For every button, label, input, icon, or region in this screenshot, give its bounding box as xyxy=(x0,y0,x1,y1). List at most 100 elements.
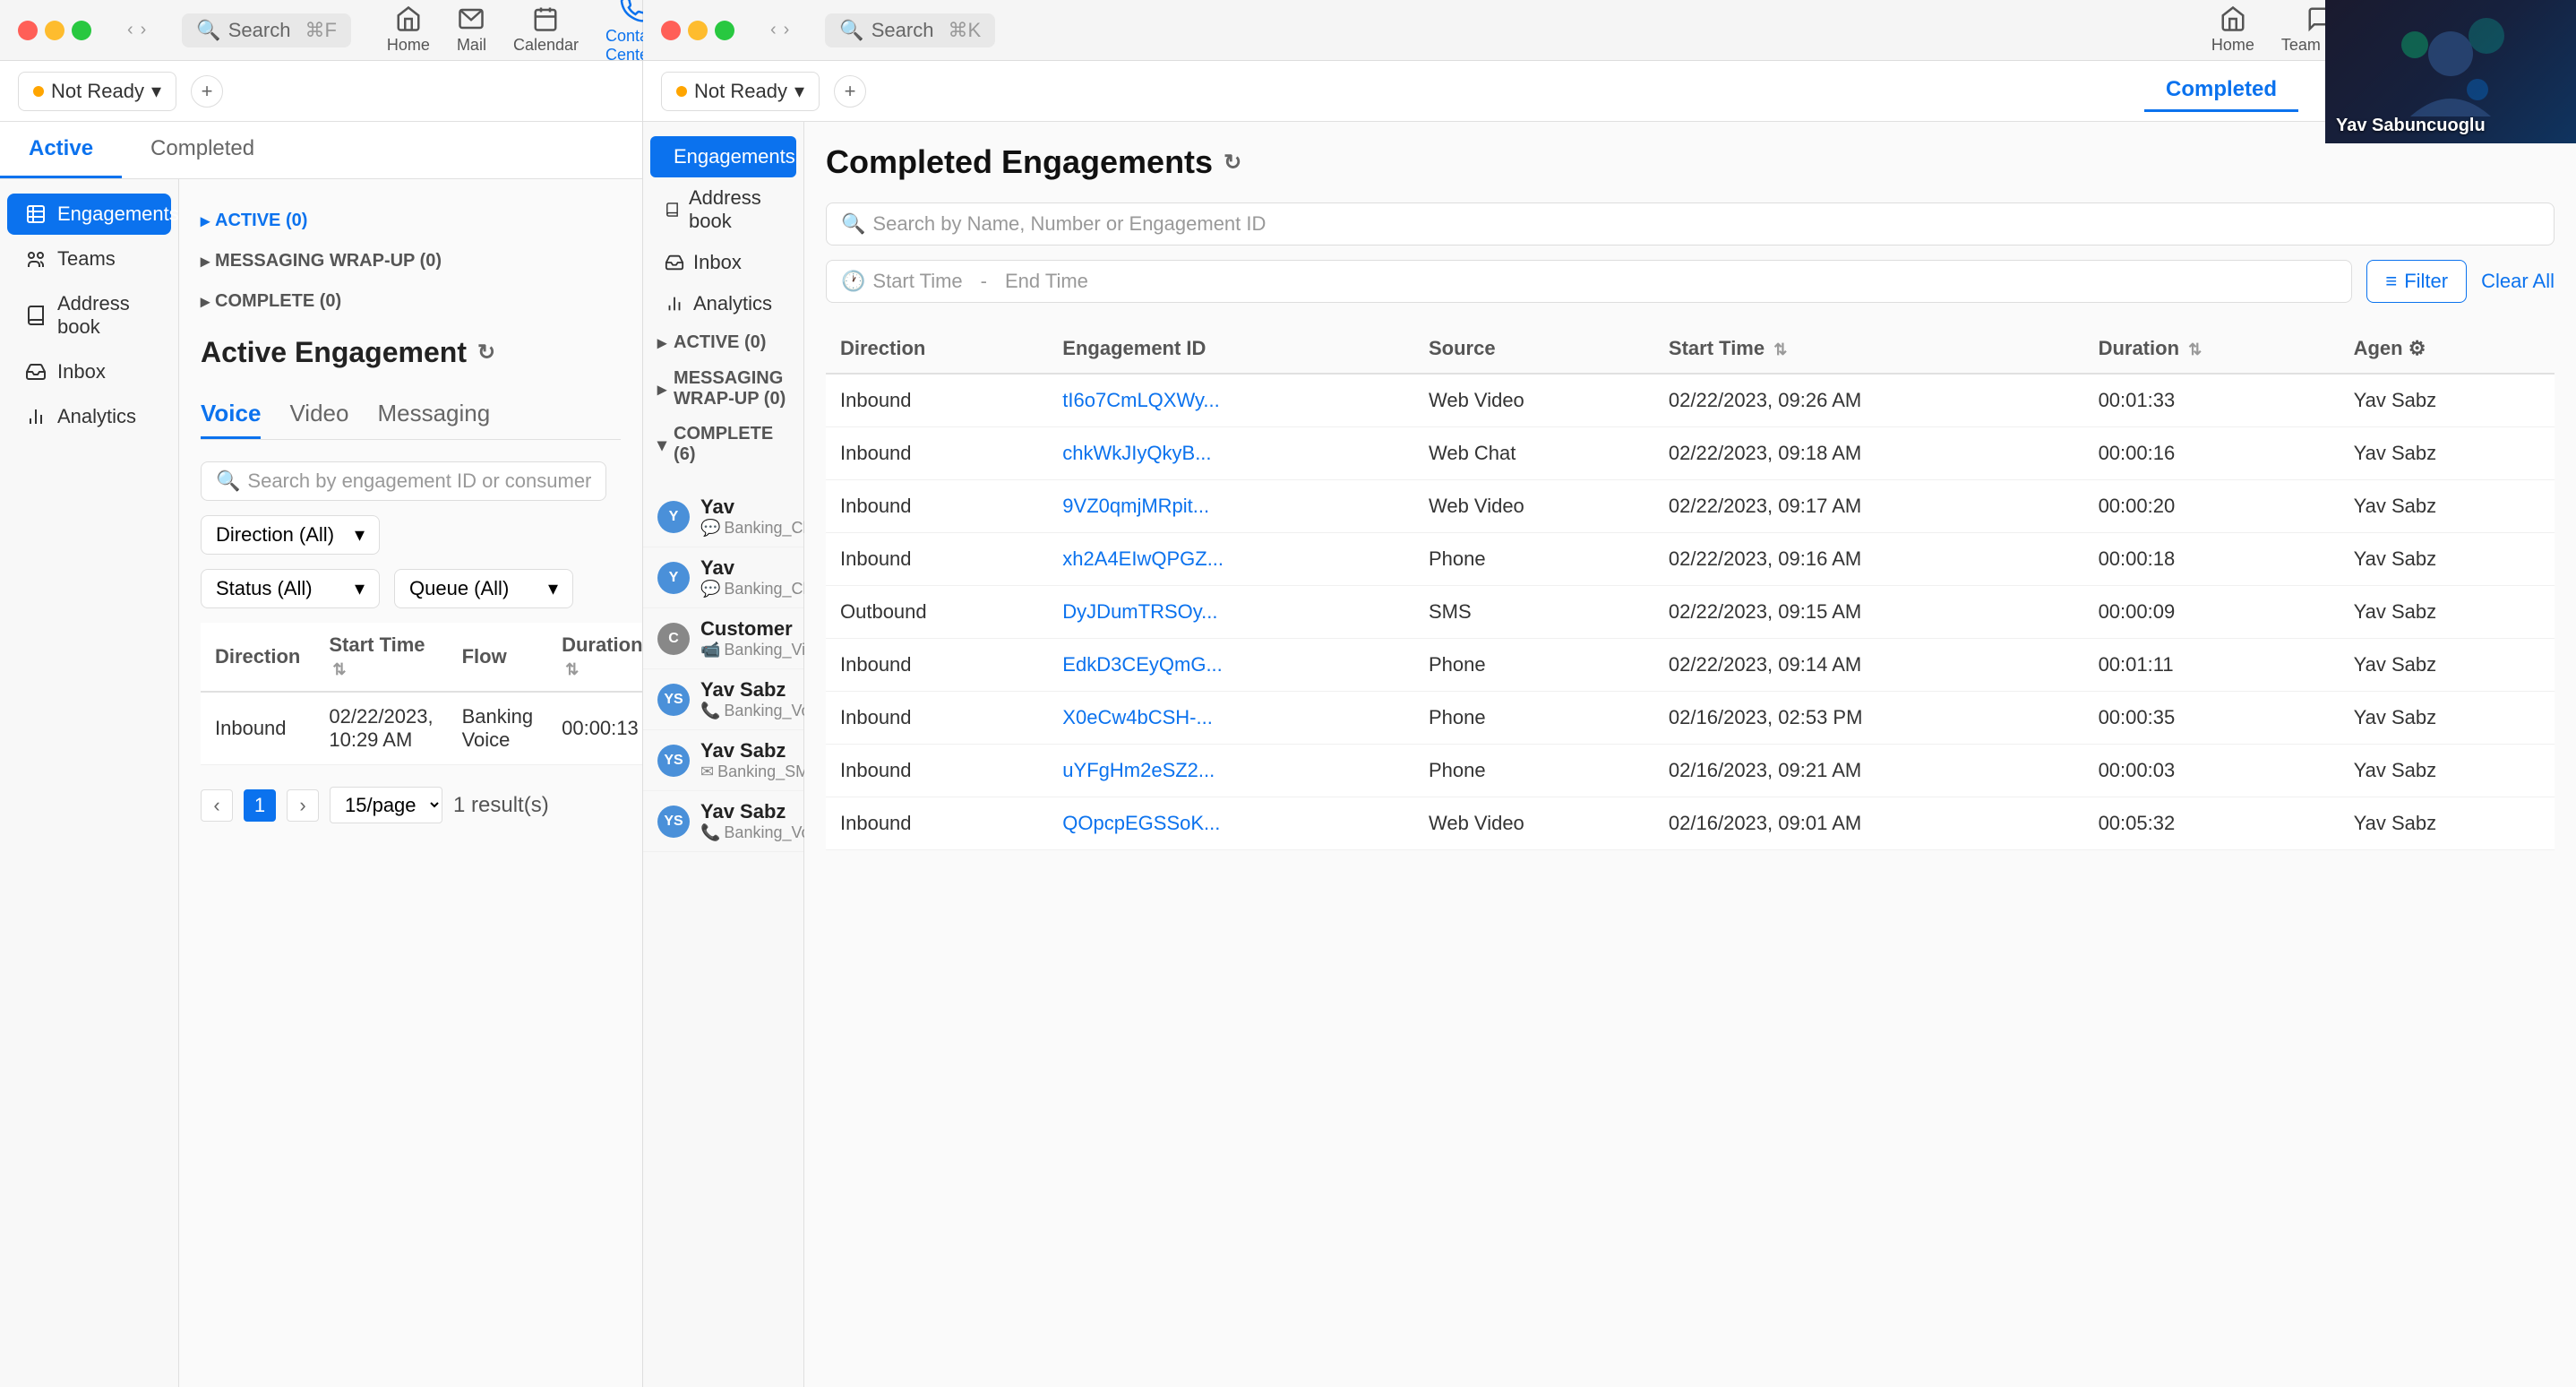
completed-table-row[interactable]: Inbound uYFgHm2eSZ2... Phone 02/16/2023,… xyxy=(826,745,2555,797)
complete-section-header[interactable]: ▸ COMPLETE (0) xyxy=(201,281,621,322)
completed-cell-engagement-id-4[interactable]: DyJDumTRSOy... xyxy=(1048,586,1414,639)
table-row[interactable]: Inbound 02/22/2023, 10:29 AM Banking Voi… xyxy=(201,692,642,765)
active-section-header[interactable]: ▸ ACTIVE (0) xyxy=(201,201,621,241)
messaging-wrapup-section-header[interactable]: ▸ MESSAGING WRAP-UP (0) xyxy=(201,241,621,281)
time-range-filter[interactable]: 🕐 Start Time - End Time xyxy=(826,260,2352,303)
prev-page-button[interactable]: ‹ xyxy=(201,789,233,822)
completed-search-box[interactable]: 🔍 Search by Name, Number or Engagement I… xyxy=(826,202,2555,246)
right-sidebar: Engagements Address book Inbox Analytics… xyxy=(643,122,804,1387)
video-overlay: Yav Sabuncuoglu xyxy=(2325,0,2576,143)
completed-table-row[interactable]: Inbound X0eCw4bCSH-... Phone 02/16/2023,… xyxy=(826,692,2555,745)
right-sidebar-analytics[interactable]: Analytics xyxy=(650,283,796,324)
completed-col-engagement-id: Engagement ID xyxy=(1048,324,1414,374)
right-sidebar-address-book[interactable]: Address book xyxy=(650,177,796,242)
engagement-search-input[interactable]: 🔍 Search by engagement ID or consumer xyxy=(201,461,606,501)
avatar-1: Y xyxy=(657,562,690,594)
completed-table-row[interactable]: Inbound EdkD3CEyQmG... Phone 02/22/2023,… xyxy=(826,639,2555,692)
right-nav-home[interactable]: Home xyxy=(2211,5,2254,55)
filter-button[interactable]: ≡ Filter xyxy=(2366,260,2467,303)
right-active-section-header[interactable]: ▸ ACTIVE (0) xyxy=(643,324,803,361)
right-refresh-icon[interactable]: ↻ xyxy=(1224,150,1241,176)
tab-completed[interactable]: Completed xyxy=(122,122,283,178)
completed-col-agent[interactable]: Agen ⚙ xyxy=(2340,324,2555,374)
right-tab-completed[interactable]: Completed xyxy=(2144,70,2298,112)
maximize-button[interactable] xyxy=(72,21,91,40)
completed-cell-engagement-id-3[interactable]: xh2A4EIwQPGZ... xyxy=(1048,533,1414,586)
sub-tab-video[interactable]: Video xyxy=(289,391,348,439)
right-messaging-wrapup-header[interactable]: ▸ MESSAGING WRAP-UP (0) xyxy=(643,361,803,417)
right-forward-arrow-icon[interactable]: › xyxy=(784,20,790,40)
completed-cell-direction-7: Inbound xyxy=(826,745,1048,797)
completed-cell-start-time-5: 02/22/2023, 09:14 AM xyxy=(1654,639,2084,692)
close-button[interactable] xyxy=(18,21,38,40)
filter-icon: ≡ xyxy=(2385,270,2397,293)
right-complete-section-header[interactable]: ▾ COMPLETE (6) xyxy=(643,417,803,472)
completed-cell-engagement-id-2[interactable]: 9VZ0qmjMRpit... xyxy=(1048,480,1414,533)
completed-table-row[interactable]: Inbound xh2A4EIwQPGZ... Phone 02/22/2023… xyxy=(826,533,2555,586)
completed-cell-source-5: Phone xyxy=(1414,639,1654,692)
right-search-bar[interactable]: 🔍 Search ⌘K xyxy=(825,13,995,47)
right-add-button[interactable]: + xyxy=(834,75,866,108)
right-close-button[interactable] xyxy=(661,21,681,40)
completed-cell-engagement-id-1[interactable]: chkWkJIyQkyB... xyxy=(1048,427,1414,480)
status-button[interactable]: Not Ready ▾ xyxy=(18,72,176,111)
completed-cell-engagement-id-5[interactable]: EdkD3CEyQmG... xyxy=(1048,639,1414,692)
sidebar-item-inbox[interactable]: Inbox xyxy=(7,351,171,392)
complete-item-3[interactable]: YS Yav Sabz 📞 Banking_Voice xyxy=(643,669,803,730)
left-main: Engagements Teams Address book Inbox Ana… xyxy=(0,179,642,1387)
back-arrow-icon[interactable]: ‹ xyxy=(127,20,133,40)
right-sidebar-engagements[interactable]: Engagements xyxy=(650,136,796,177)
sub-tab-bar: Voice Video Messaging xyxy=(201,391,621,440)
sidebar-item-address-book[interactable]: Address book xyxy=(7,283,171,348)
page-1-button[interactable]: 1 xyxy=(244,789,276,822)
nav-home-label: Home xyxy=(387,36,430,55)
right-back-arrow-icon[interactable]: ‹ xyxy=(770,20,777,40)
completed-table-row[interactable]: Inbound QOpcpEGSSoK... Web Video 02/16/2… xyxy=(826,797,2555,850)
completed-table-row[interactable]: Outbound DyJDumTRSOy... SMS 02/22/2023, … xyxy=(826,586,2555,639)
sub-tab-voice[interactable]: Voice xyxy=(201,391,261,439)
right-minimize-button[interactable] xyxy=(688,21,708,40)
completed-cell-engagement-id-0[interactable]: tI6o7CmLQXWy... xyxy=(1048,374,1414,427)
queue-filter[interactable]: Queue (All) ▾ xyxy=(394,569,573,608)
forward-arrow-icon[interactable]: › xyxy=(141,20,147,40)
complete-item-2[interactable]: C Customer 📹 Banking_Video xyxy=(643,608,803,669)
right-maximize-button[interactable] xyxy=(715,21,734,40)
sidebar-item-engagements[interactable]: Engagements xyxy=(7,194,171,235)
sidebar-item-teams[interactable]: Teams xyxy=(7,238,171,280)
nav-calendar[interactable]: Calendar xyxy=(513,5,579,55)
complete-item-1[interactable]: Y Yav 💬 Banking_Chat xyxy=(643,547,803,608)
sidebar-item-analytics[interactable]: Analytics xyxy=(7,396,171,437)
nav-arrows: ‹ › xyxy=(127,20,146,40)
time-filter-row: 🕐 Start Time - End Time ≡ Filter Clear A… xyxy=(826,260,2555,303)
search-bar[interactable]: 🔍 Search ⌘F xyxy=(182,13,351,47)
completed-table-row[interactable]: Inbound tI6o7CmLQXWy... Web Video 02/22/… xyxy=(826,374,2555,427)
refresh-icon[interactable]: ↻ xyxy=(477,340,495,366)
right-status-button[interactable]: Not Ready ▾ xyxy=(661,72,820,111)
completed-col-start-time[interactable]: Start Time ⇅ xyxy=(1654,324,2084,374)
sub-tab-messaging[interactable]: Messaging xyxy=(377,391,490,439)
completed-table-row[interactable]: Inbound 9VZ0qmjMRpit... Web Video 02/22/… xyxy=(826,480,2555,533)
complete-item-0[interactable]: Y Yav 💬 Banking_Chat xyxy=(643,487,803,547)
completed-cell-engagement-id-6[interactable]: X0eCw4bCSH-... xyxy=(1048,692,1414,745)
completed-table-row[interactable]: Inbound chkWkJIyQkyB... Web Chat 02/22/2… xyxy=(826,427,2555,480)
clock-icon: 🕐 xyxy=(841,270,865,293)
complete-item-4[interactable]: YS Yav Sabz ✉ Banking_SMS xyxy=(643,730,803,791)
add-engagement-button[interactable]: + xyxy=(191,75,223,108)
minimize-button[interactable] xyxy=(45,21,64,40)
completed-cell-engagement-id-7[interactable]: uYFgHm2eSZ2... xyxy=(1048,745,1414,797)
col-duration[interactable]: Duration ⇅ xyxy=(547,623,642,692)
tab-active[interactable]: Active xyxy=(0,122,122,178)
nav-mail[interactable]: Mail xyxy=(457,5,486,55)
per-page-select[interactable]: 15/page 30/page 50/page xyxy=(330,787,442,823)
complete-item-5[interactable]: YS Yav Sabz 📞 Banking_Voice xyxy=(643,791,803,852)
clear-all-button[interactable]: Clear All xyxy=(2481,270,2555,293)
completed-cell-direction-0: Inbound xyxy=(826,374,1048,427)
col-start-time[interactable]: Start Time ⇅ xyxy=(314,623,447,692)
right-sidebar-inbox[interactable]: Inbox xyxy=(650,242,796,283)
direction-filter[interactable]: Direction (All) ▾ xyxy=(201,515,380,555)
completed-cell-engagement-id-8[interactable]: QOpcpEGSSoK... xyxy=(1048,797,1414,850)
next-page-button[interactable]: › xyxy=(287,789,319,822)
nav-home[interactable]: Home xyxy=(387,5,430,55)
status-filter[interactable]: Status (All) ▾ xyxy=(201,569,380,608)
completed-col-duration[interactable]: Duration ⇅ xyxy=(2084,324,2340,374)
